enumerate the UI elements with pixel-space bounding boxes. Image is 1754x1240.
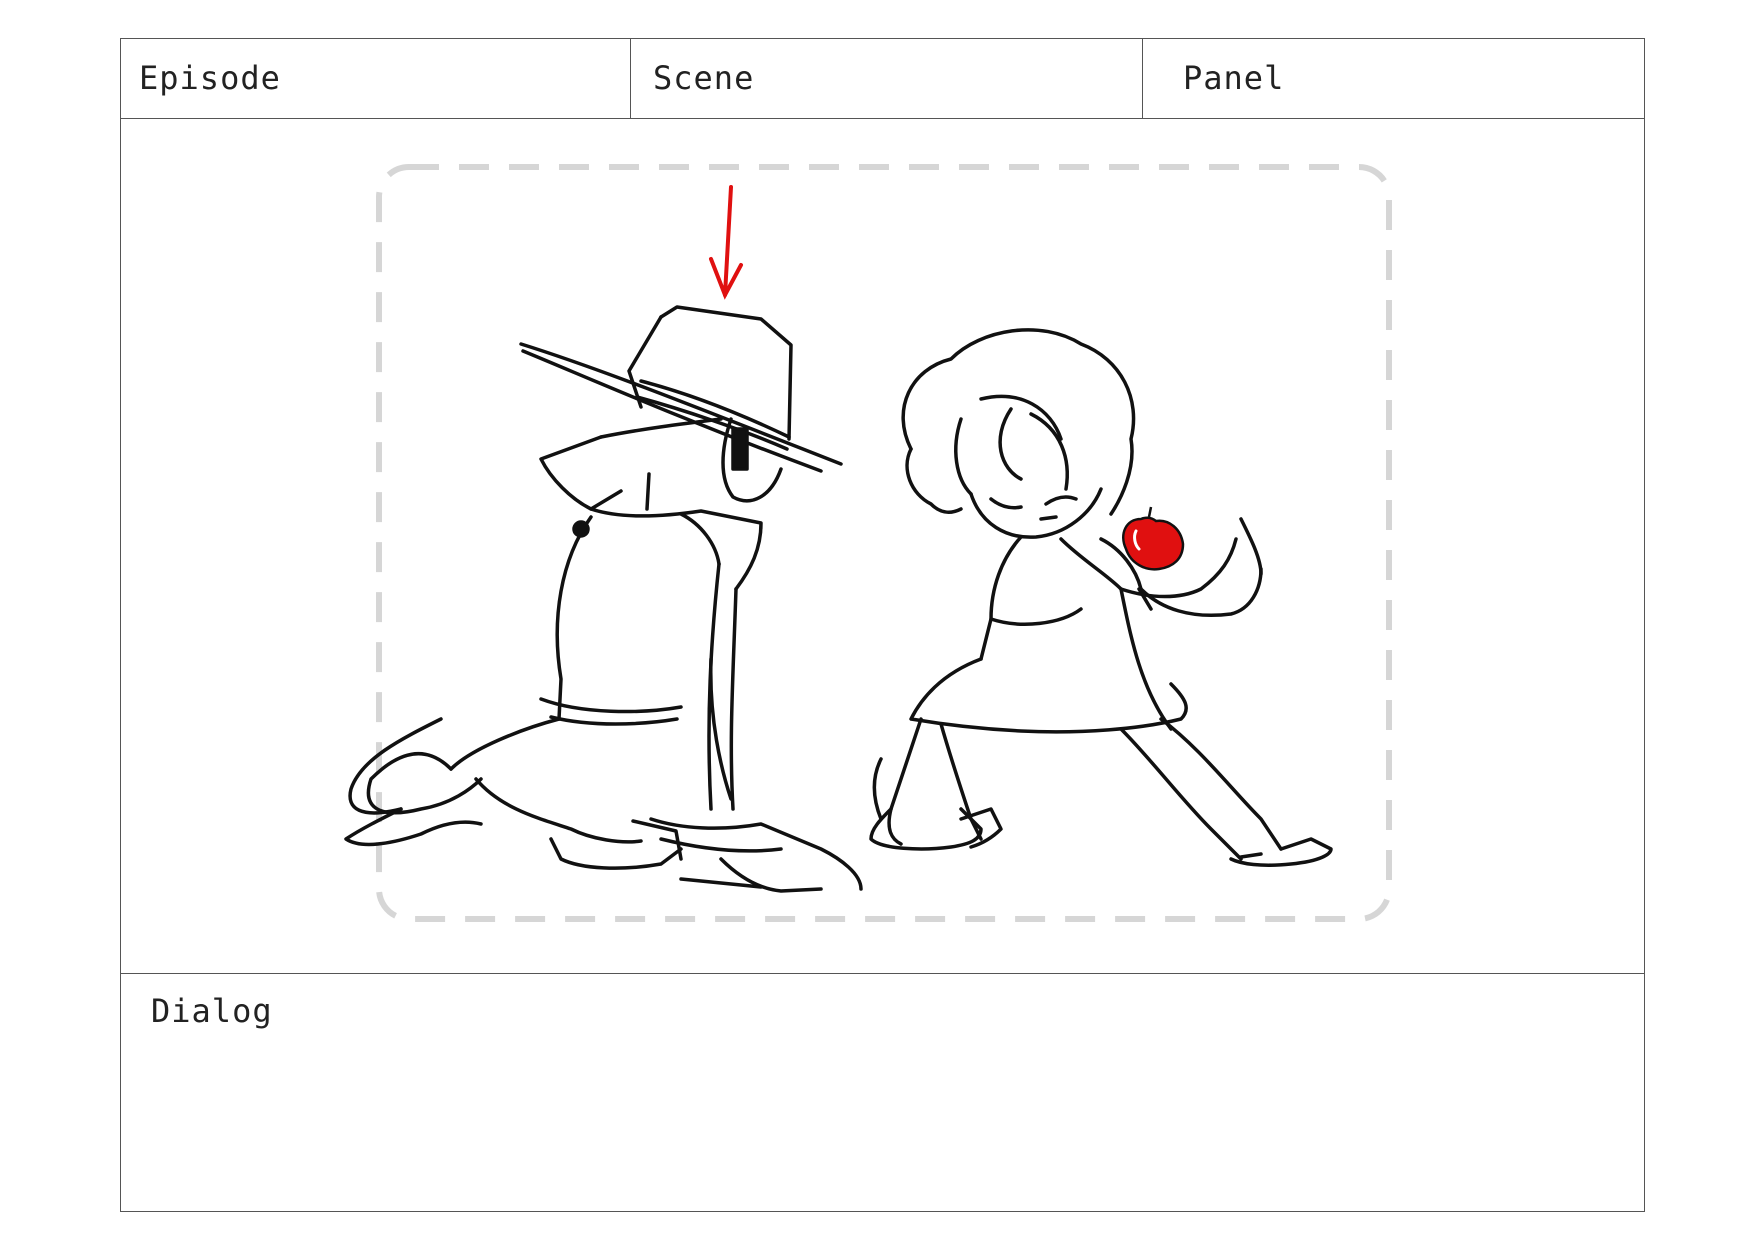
- storyboard-sheet: Episode Scene Panel Dialog: [120, 38, 1645, 1212]
- safe-area-frame: [376, 164, 1392, 922]
- dialog-label: Dialog: [151, 992, 273, 1030]
- scene-label: Scene: [653, 59, 755, 97]
- direction-arrow-icon: [709, 185, 743, 300]
- storyboard-header: Episode Scene Panel: [121, 39, 1644, 119]
- apple-icon: [1122, 506, 1185, 571]
- episode-label: Episode: [139, 59, 281, 97]
- scene-field[interactable]: Scene: [631, 39, 1143, 118]
- episode-field[interactable]: Episode: [121, 39, 631, 118]
- panel-label: Panel: [1183, 59, 1285, 97]
- dialog-field[interactable]: Dialog: [121, 974, 1644, 1212]
- panel-field[interactable]: Panel: [1143, 39, 1645, 118]
- man-in-fedora-sketch: [344, 305, 863, 893]
- frame-drawing: [344, 164, 1392, 922]
- storyboard-frame[interactable]: [121, 119, 1644, 974]
- girl-with-apple-sketch: [869, 328, 1333, 867]
